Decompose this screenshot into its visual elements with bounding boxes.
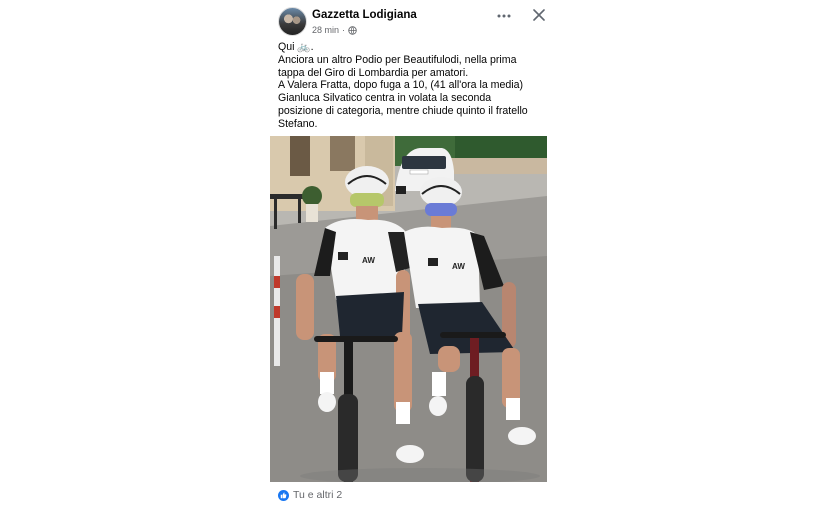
post-header: Gazzetta Lodigiana 28 min · [278,7,548,37]
svg-text:AW: AW [362,256,375,265]
close-icon [533,9,545,21]
post-photo[interactable]: AW AW [270,136,547,482]
post-meta: 28 min · [312,25,357,35]
caption-line: Anciora un altro Podio per Beautifulodi,… [278,53,517,66]
reactions-text[interactable]: Tu e altri 2 [293,489,342,501]
more-horizontal-icon [497,14,511,18]
caption-line: A Valera Fratta, dopo fuga a 10, (41 all… [278,79,524,92]
more-options-button[interactable] [493,9,515,23]
caption-line: Stefano. [278,117,318,130]
meta-separator: · [342,25,346,35]
globe-icon [348,25,357,35]
like-icon [278,489,289,501]
post-timestamp[interactable]: 28 min [312,25,339,35]
page-name[interactable]: Gazzetta Lodigiana [312,9,417,21]
caption-line: tappa del Giro di Lombardia per amatori. [278,66,469,79]
caption-line: Gianluca Silvatico centra in volata la s… [278,92,492,105]
page-avatar[interactable] [278,7,307,36]
svg-text:AW: AW [452,262,465,271]
post-caption: Qui 🚲. Anciora un altro Podio per Beauti… [278,41,547,131]
facebook-post: Gazzetta Lodigiana 28 min · Qui 🚲. Ancio… [270,0,547,510]
cyclists-photo-illustration: AW AW [270,136,547,482]
caption-line: posizione di categoria, mentre chiude qu… [278,104,528,117]
post-reactions[interactable]: Tu e altri 2 [278,489,342,501]
close-button[interactable] [531,7,547,23]
caption-line: Qui 🚲. [278,41,314,53]
